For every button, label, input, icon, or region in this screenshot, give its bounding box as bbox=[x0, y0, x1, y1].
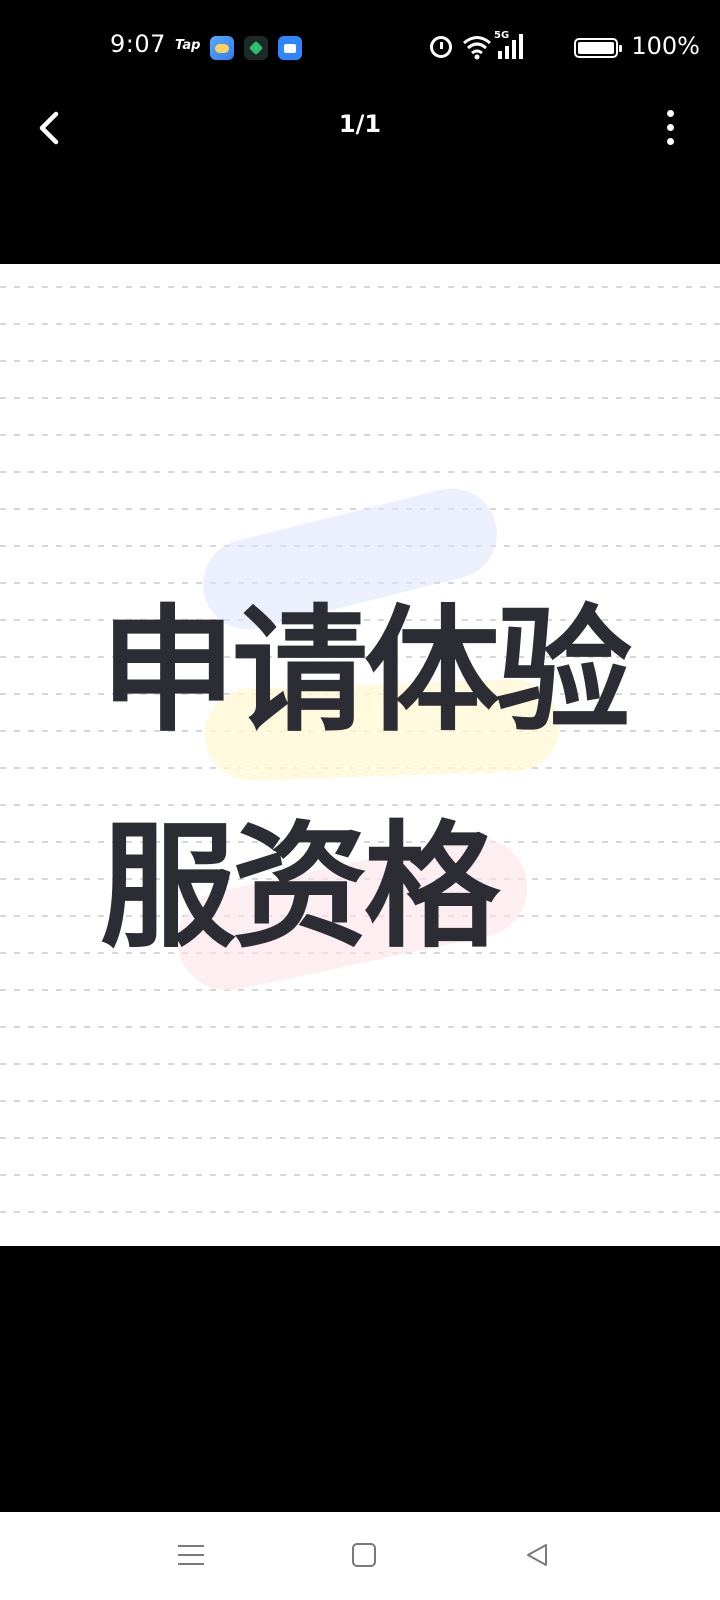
viewer-toolbar: 1/1 bbox=[0, 96, 720, 160]
files-notification-icon bbox=[278, 36, 302, 60]
back-nav-button[interactable] bbox=[524, 1542, 550, 1568]
home-button[interactable] bbox=[352, 1543, 376, 1567]
alarm-icon bbox=[430, 36, 452, 58]
status-time: 9:07 bbox=[110, 30, 166, 58]
signal-icon: 5G bbox=[494, 30, 524, 62]
recent-apps-button[interactable] bbox=[178, 1543, 204, 1567]
page-indicator: 1/1 bbox=[338, 110, 382, 138]
wifi-icon bbox=[463, 36, 491, 60]
menu-icon bbox=[178, 1545, 204, 1547]
headline-line-2: 服资格 bbox=[100, 809, 500, 967]
battery-icon bbox=[574, 38, 622, 58]
tap-notification-icon: Tap bbox=[175, 38, 201, 53]
headline-line-1: 申请体验 bbox=[100, 593, 632, 751]
status-bar: 9:07 Tap 5G 100% bbox=[0, 0, 720, 96]
weather-notification-icon bbox=[210, 36, 234, 60]
system-navigation-bar bbox=[0, 1512, 720, 1600]
status-indicators: 5G 100% bbox=[400, 30, 700, 64]
more-options-button[interactable] bbox=[660, 108, 680, 148]
viewed-image[interactable]: 申请体验 服资格 bbox=[0, 264, 720, 1246]
battery-percent: 100% bbox=[631, 32, 700, 60]
more-vertical-icon bbox=[667, 110, 674, 117]
back-triangle-icon bbox=[527, 1544, 547, 1566]
cube-app-notification-icon bbox=[244, 36, 268, 60]
image-headline: 申请体验 服资格 bbox=[100, 564, 660, 996]
network-type-label: 5G bbox=[494, 30, 510, 41]
